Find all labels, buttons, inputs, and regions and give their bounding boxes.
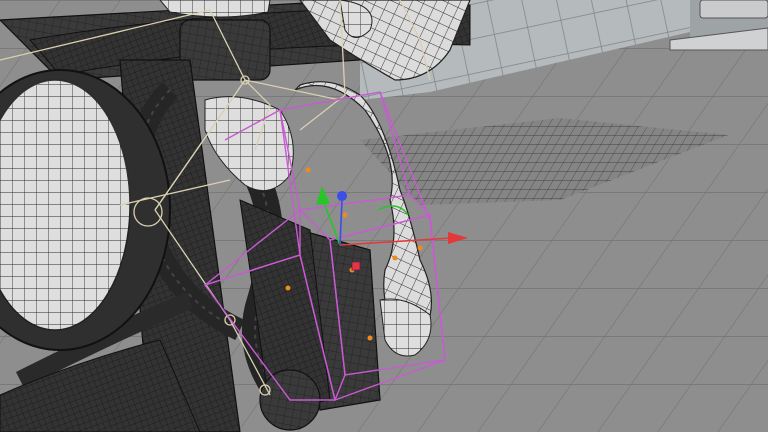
viewport-canvas[interactable]	[0, 0, 768, 432]
3d-viewport[interactable]	[0, 0, 768, 432]
gizmo-z-handle-icon[interactable]	[337, 191, 347, 201]
gizmo-center-handle[interactable]	[351, 261, 361, 271]
